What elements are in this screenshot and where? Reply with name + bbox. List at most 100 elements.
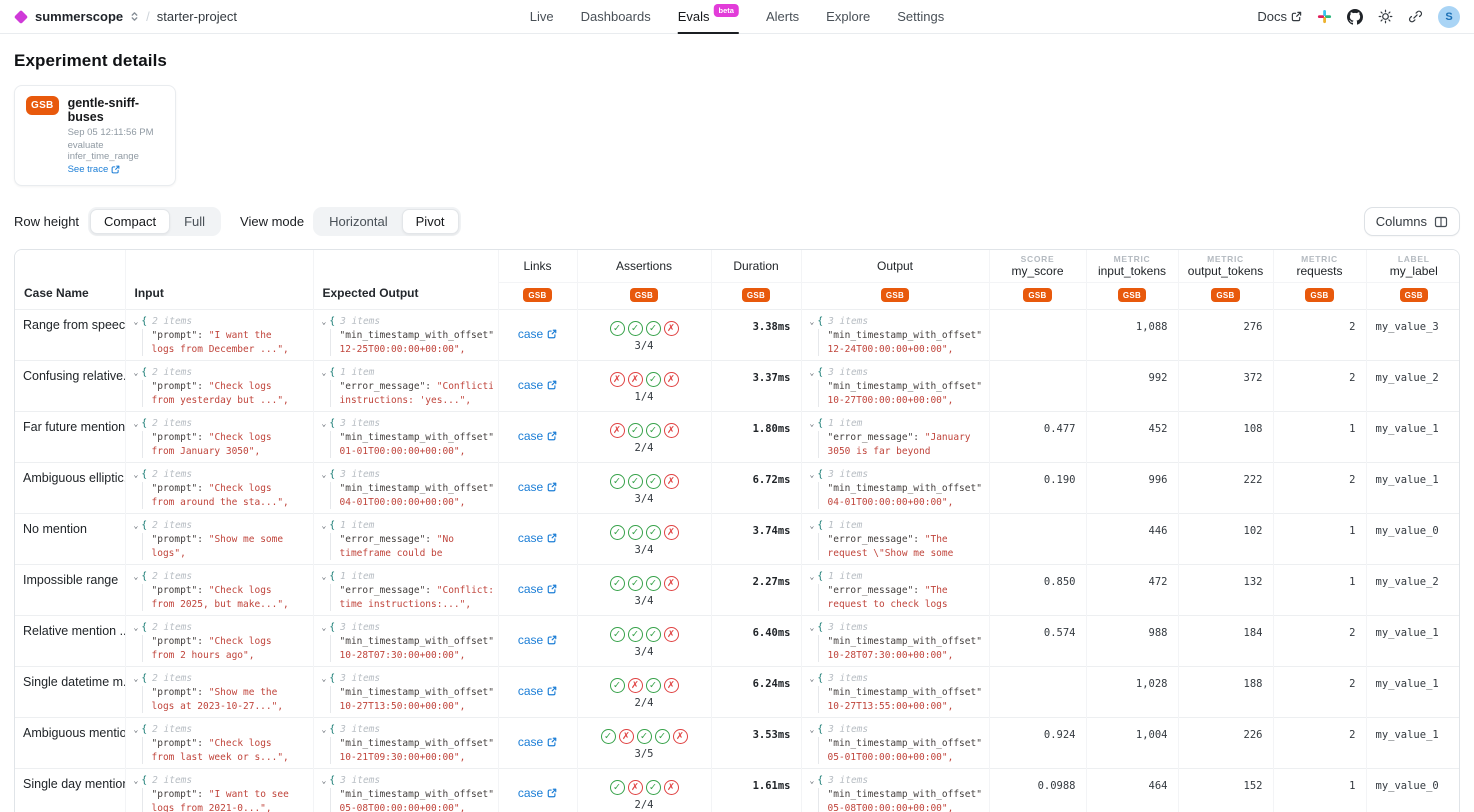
input-tokens-cell: 472 <box>1086 565 1178 616</box>
output-tokens-cell: 132 <box>1178 565 1273 616</box>
docs-link[interactable]: Docs <box>1257 9 1302 24</box>
app: { "topbar": { "org": "summerscope", "pro… <box>0 0 1474 812</box>
collapse-chevron-icon[interactable]: ⌄ <box>134 723 139 736</box>
theme-toggle-icon[interactable] <box>1378 9 1393 24</box>
external-link-icon <box>547 686 557 696</box>
view-mode-pivot[interactable]: Pivot <box>402 209 459 234</box>
collapse-chevron-icon[interactable]: ⌄ <box>322 519 327 532</box>
nav-live[interactable]: Live <box>530 0 554 34</box>
json-value: logs at 2023-10-27...", <box>152 700 308 714</box>
org-name[interactable]: summerscope <box>35 9 123 24</box>
collapse-chevron-icon[interactable]: ⌄ <box>322 570 327 583</box>
case-trace-link[interactable]: case <box>518 480 557 494</box>
col-label: output_tokens <box>1181 264 1271 278</box>
view-mode-horizontal[interactable]: Horizontal <box>315 209 402 234</box>
collapse-chevron-icon[interactable]: ⌄ <box>810 468 815 481</box>
assertion-fail-icon: ✗ <box>664 780 679 795</box>
github-icon[interactable] <box>1347 9 1363 25</box>
collapse-chevron-icon[interactable]: ⌄ <box>322 468 327 481</box>
case-trace-link[interactable]: case <box>518 531 557 545</box>
assertion-pass-icon: ✓ <box>646 321 661 336</box>
collapse-chevron-icon[interactable]: ⌄ <box>322 723 327 736</box>
score-cell <box>989 310 1086 361</box>
col-header-case_name: Case Name <box>15 250 125 310</box>
collapse-chevron-icon[interactable]: ⌄ <box>134 621 139 634</box>
assertions-ratio: 3/4 <box>578 544 711 556</box>
score-cell <box>989 514 1086 565</box>
case-trace-link[interactable]: case <box>518 429 557 443</box>
collapse-chevron-icon[interactable]: ⌄ <box>810 519 815 532</box>
collapse-chevron-icon[interactable]: ⌄ <box>134 366 139 379</box>
collapse-chevron-icon[interactable]: ⌄ <box>322 774 327 787</box>
item-count: 3 items <box>340 315 380 328</box>
case-trace-link[interactable]: case <box>518 633 557 647</box>
collapse-chevron-icon[interactable]: ⌄ <box>810 621 815 634</box>
row-height-full[interactable]: Full <box>170 209 219 234</box>
org-switcher-icon[interactable] <box>130 10 139 23</box>
collapse-chevron-icon[interactable]: ⌄ <box>810 417 815 430</box>
experiment-badge: GSB <box>1211 288 1239 302</box>
collapse-chevron-icon[interactable]: ⌄ <box>322 621 327 634</box>
nav-settings[interactable]: Settings <box>897 0 944 34</box>
collapse-chevron-icon[interactable]: ⌄ <box>810 315 815 328</box>
collapse-chevron-icon[interactable]: ⌄ <box>134 315 139 328</box>
collapse-chevron-icon[interactable]: ⌄ <box>134 570 139 583</box>
share-link-icon[interactable] <box>1408 9 1423 24</box>
json-value: from January 3050", <box>152 445 308 459</box>
assertion-pass-icon: ✓ <box>628 321 643 336</box>
experiment-card[interactable]: GSB gentle-sniff-buses Sep 05 12:11:56 P… <box>14 85 176 186</box>
output-tokens-cell: 372 <box>1178 361 1273 412</box>
case-trace-link[interactable]: case <box>518 378 557 392</box>
case-trace-link[interactable]: case <box>518 327 557 341</box>
output-cell: ⌄{1 item "error_message": "The request t… <box>801 565 989 616</box>
table-toolbar: Row height Compact Full View mode Horizo… <box>14 207 1460 236</box>
project-name[interactable]: starter-project <box>157 9 237 24</box>
collapse-chevron-icon[interactable]: ⌄ <box>134 519 139 532</box>
input-cell: ⌄{2 items "prompt": "I want to see logs … <box>125 769 313 812</box>
col-header-links: Links <box>498 250 577 283</box>
nav-dashboards[interactable]: Dashboards <box>581 0 651 34</box>
nav-evals[interactable]: Evals beta <box>678 0 739 34</box>
assertion-pass-icon: ✓ <box>610 627 625 642</box>
assertion-pass-icon: ✓ <box>646 525 661 540</box>
case-trace-link[interactable]: case <box>518 582 557 596</box>
case-trace-link[interactable]: case <box>518 684 557 698</box>
collapse-chevron-icon[interactable]: ⌄ <box>810 774 815 787</box>
assertion-pass-icon: ✓ <box>646 627 661 642</box>
results-table-container: Case NameInputExpected OutputLinksAssert… <box>14 249 1460 812</box>
see-trace-link[interactable]: See trace <box>68 164 164 175</box>
collapse-chevron-icon[interactable]: ⌄ <box>322 417 327 430</box>
item-count: 1 item <box>340 366 374 379</box>
case-trace-link[interactable]: case <box>518 786 557 800</box>
collapse-chevron-icon[interactable]: ⌄ <box>810 672 815 685</box>
columns-button[interactable]: Columns <box>1364 207 1460 236</box>
label-cell: my_value_3 <box>1366 310 1460 361</box>
collapse-chevron-icon[interactable]: ⌄ <box>810 570 815 583</box>
table-row: Relative mention ... ⌄{2 items "prompt":… <box>15 616 1460 667</box>
nav-alerts[interactable]: Alerts <box>766 0 799 34</box>
case-trace-link[interactable]: case <box>518 735 557 749</box>
collapse-chevron-icon[interactable]: ⌄ <box>810 366 815 379</box>
json-key: "prompt": <box>152 381 203 392</box>
user-avatar[interactable]: S <box>1438 6 1460 28</box>
collapse-chevron-icon[interactable]: ⌄ <box>134 417 139 430</box>
collapse-chevron-icon[interactable]: ⌄ <box>134 672 139 685</box>
output-tokens-cell: 152 <box>1178 769 1273 812</box>
external-link-icon <box>547 329 557 339</box>
collapse-chevron-icon[interactable]: ⌄ <box>810 723 815 736</box>
item-count: 3 items <box>828 468 868 481</box>
input-cell: ⌄{2 items "prompt": "Show me some logs", <box>125 514 313 565</box>
row-height-compact[interactable]: Compact <box>90 209 170 234</box>
experiment-badge-cell: GSB <box>989 283 1086 310</box>
duration-cell: 3.38ms <box>711 310 801 361</box>
nav-explore[interactable]: Explore <box>826 0 870 34</box>
collapse-chevron-icon[interactable]: ⌄ <box>322 672 327 685</box>
collapse-chevron-icon[interactable]: ⌄ <box>134 774 139 787</box>
collapse-chevron-icon[interactable]: ⌄ <box>322 366 327 379</box>
slack-icon[interactable] <box>1317 9 1332 24</box>
json-key: "error_message": <box>828 534 920 545</box>
item-count: 2 items <box>152 366 192 379</box>
collapse-chevron-icon[interactable]: ⌄ <box>322 315 327 328</box>
json-value: 05-08T00:00:00+00:00", <box>340 802 493 812</box>
collapse-chevron-icon[interactable]: ⌄ <box>134 468 139 481</box>
